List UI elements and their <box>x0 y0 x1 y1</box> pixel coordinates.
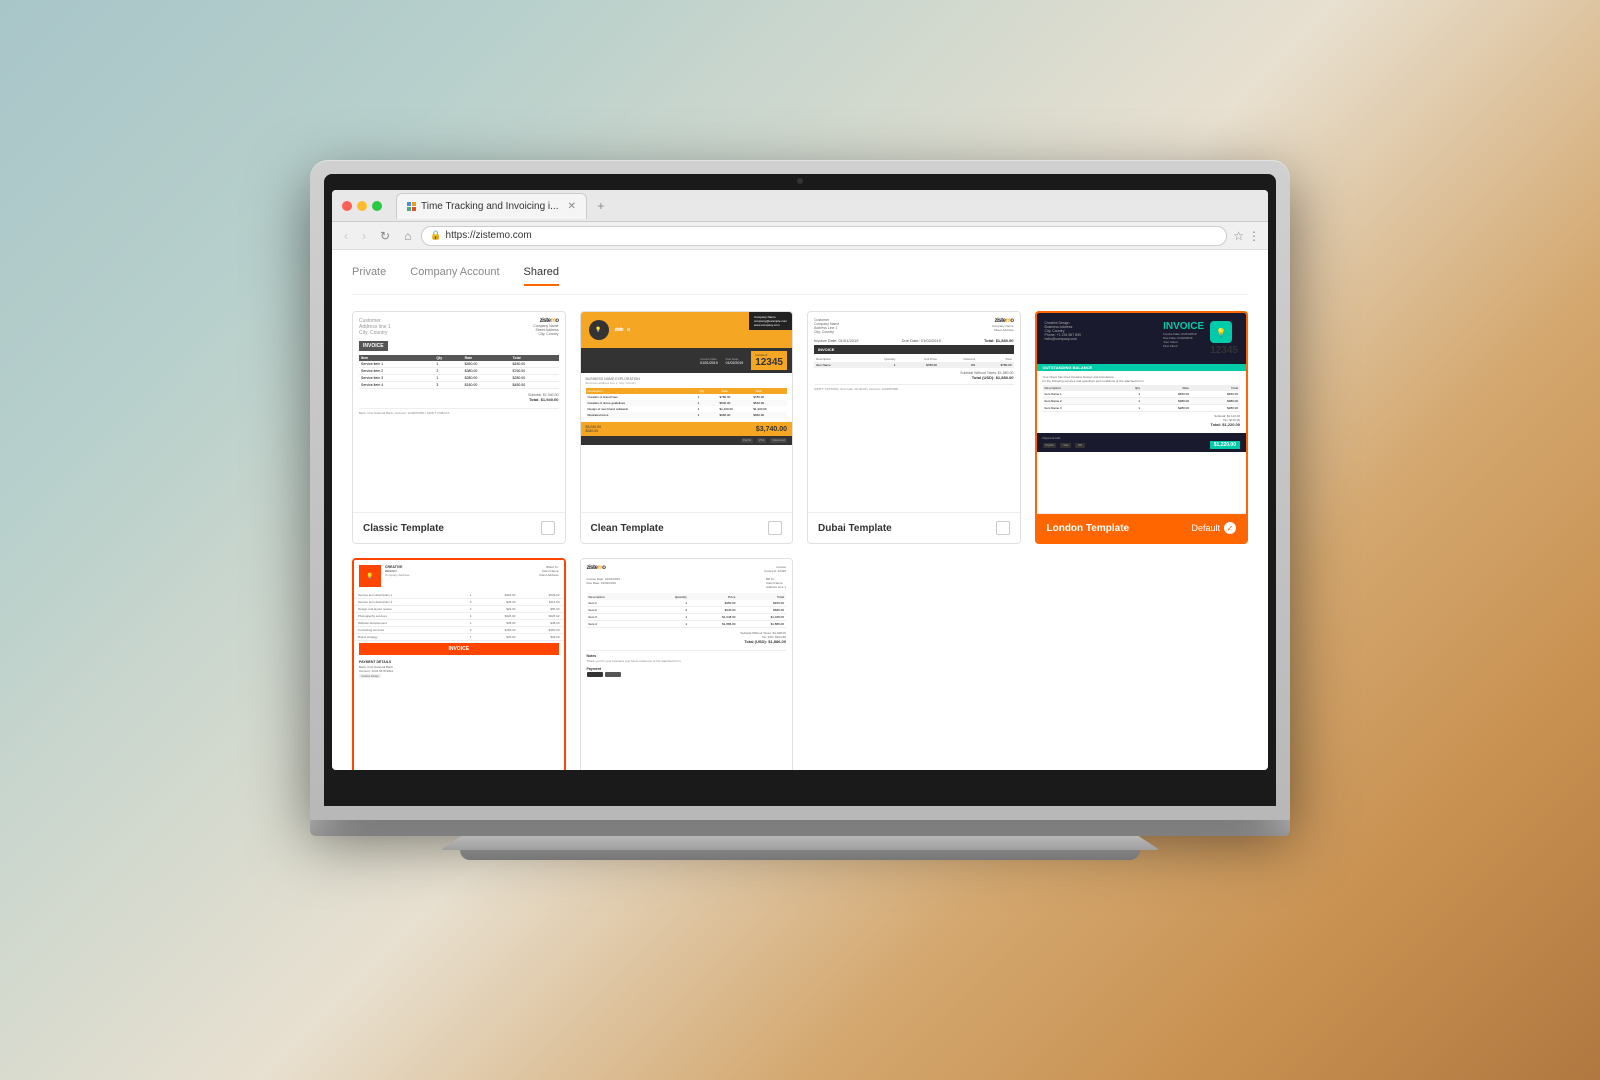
template-card-london[interactable]: Creative DesignBusiness AddressCity, Cou… <box>1035 311 1249 544</box>
tab-close-button[interactable]: ✕ <box>567 201 575 212</box>
tab-title: Time Tracking and Invoicing i... <box>421 201 558 212</box>
templates-grid: CustomerAddress line 1City, Country zist… <box>352 311 1248 770</box>
url-text: https://zistemo.com <box>446 230 532 241</box>
default-badge: Default ✓ <box>1191 522 1236 534</box>
url-bar[interactable]: 🔒 https://zistemo.com <box>421 226 1227 246</box>
back-button[interactable]: ‹ <box>340 227 352 245</box>
london-template-preview: Creative DesignBusiness AddressCity, Cou… <box>1037 313 1247 513</box>
active-tab[interactable]: Time Tracking and Invoicing i... ✕ <box>396 193 587 219</box>
classic-select-checkbox[interactable] <box>541 521 555 535</box>
new-tab-button[interactable]: + <box>589 194 613 218</box>
traffic-lights <box>342 201 382 211</box>
tab-company-account[interactable]: Company Account <box>410 266 499 286</box>
dubai-select-checkbox[interactable] <box>996 521 1010 535</box>
menu-button[interactable]: ⋮ <box>1248 229 1260 243</box>
bookmark-button[interactable]: ☆ <box>1233 229 1244 243</box>
ssl-lock-icon: 🔒 <box>430 230 441 241</box>
tab-shared[interactable]: Shared <box>524 266 559 286</box>
laptop-base-area <box>310 836 1290 850</box>
maximize-button[interactable] <box>372 201 382 211</box>
nav-actions: ☆ ⋮ <box>1233 229 1260 243</box>
template-card-creative[interactable]: 💡 CREATIVE DESIGN Company Address <box>352 558 566 770</box>
laptop-frame: Time Tracking and Invoicing i... ✕ + ‹ ›… <box>310 160 1290 920</box>
classic-template-footer: Classic Template <box>353 512 565 543</box>
tab-private[interactable]: Private <box>352 266 386 286</box>
clean-template-footer: Clean Template <box>581 512 793 543</box>
template-card-dubai[interactable]: CustomerCompany NameAddress Line 1City, … <box>807 311 1021 544</box>
screen-bezel: Time Tracking and Invoicing i... ✕ + ‹ ›… <box>324 174 1276 806</box>
dubai-template-footer: Dubai Template <box>808 512 1020 543</box>
page-content: Private Company Account Shared <box>332 250 1268 770</box>
template-tabs: Private Company Account Shared <box>352 266 1248 295</box>
close-button[interactable] <box>342 201 352 211</box>
creative-template-preview: 💡 CREATIVE DESIGN Company Address <box>354 560 564 770</box>
laptop-base <box>440 836 1160 850</box>
london-template-name: London Template <box>1047 523 1130 534</box>
reload-button[interactable]: ↻ <box>376 227 394 245</box>
classic-template-preview: CustomerAddress line 1City, Country zist… <box>353 312 565 512</box>
laptop-foot <box>460 850 1140 860</box>
forward-button[interactable]: › <box>358 227 370 245</box>
simple-template-preview: zistemo Invoice Invoice #: 12345 <box>581 559 793 770</box>
clean-template-preview: 👁 ⎘ 💡 zistemo <box>581 312 793 512</box>
navigation-bar: ‹ › ↻ ⌂ 🔒 https://zistemo.com ☆ ⋮ <box>332 222 1268 250</box>
clean-logo: 💡 <box>589 320 609 340</box>
home-button[interactable]: ⌂ <box>400 227 415 245</box>
london-template-footer: London Template Default ✓ <box>1037 513 1247 542</box>
classic-template-name: Classic Template <box>363 523 444 534</box>
browser-screen: Time Tracking and Invoicing i... ✕ + ‹ ›… <box>332 190 1268 770</box>
template-card-simple[interactable]: zistemo Invoice Invoice #: 12345 <box>580 558 794 770</box>
template-card-classic[interactable]: CustomerAddress line 1City, Country zist… <box>352 311 566 544</box>
laptop-body: Time Tracking and Invoicing i... ✕ + ‹ ›… <box>310 160 1290 820</box>
favicon <box>407 202 416 211</box>
clean-select-checkbox[interactable] <box>768 521 782 535</box>
camera <box>797 178 803 184</box>
minimize-button[interactable] <box>357 201 367 211</box>
tab-bar: Time Tracking and Invoicing i... ✕ + <box>396 193 1258 219</box>
laptop-chin <box>310 820 1290 836</box>
chrome-tab-bar: Time Tracking and Invoicing i... ✕ + <box>332 190 1268 222</box>
clean-template-name: Clean Template <box>591 523 664 534</box>
laptop-foot-area <box>310 850 1290 860</box>
template-card-clean[interactable]: 👁 ⎘ 💡 zistemo <box>580 311 794 544</box>
dubai-template-name: Dubai Template <box>818 523 892 534</box>
default-checkmark-icon: ✓ <box>1224 522 1236 534</box>
dubai-template-preview: CustomerCompany NameAddress Line 1City, … <box>808 312 1020 512</box>
